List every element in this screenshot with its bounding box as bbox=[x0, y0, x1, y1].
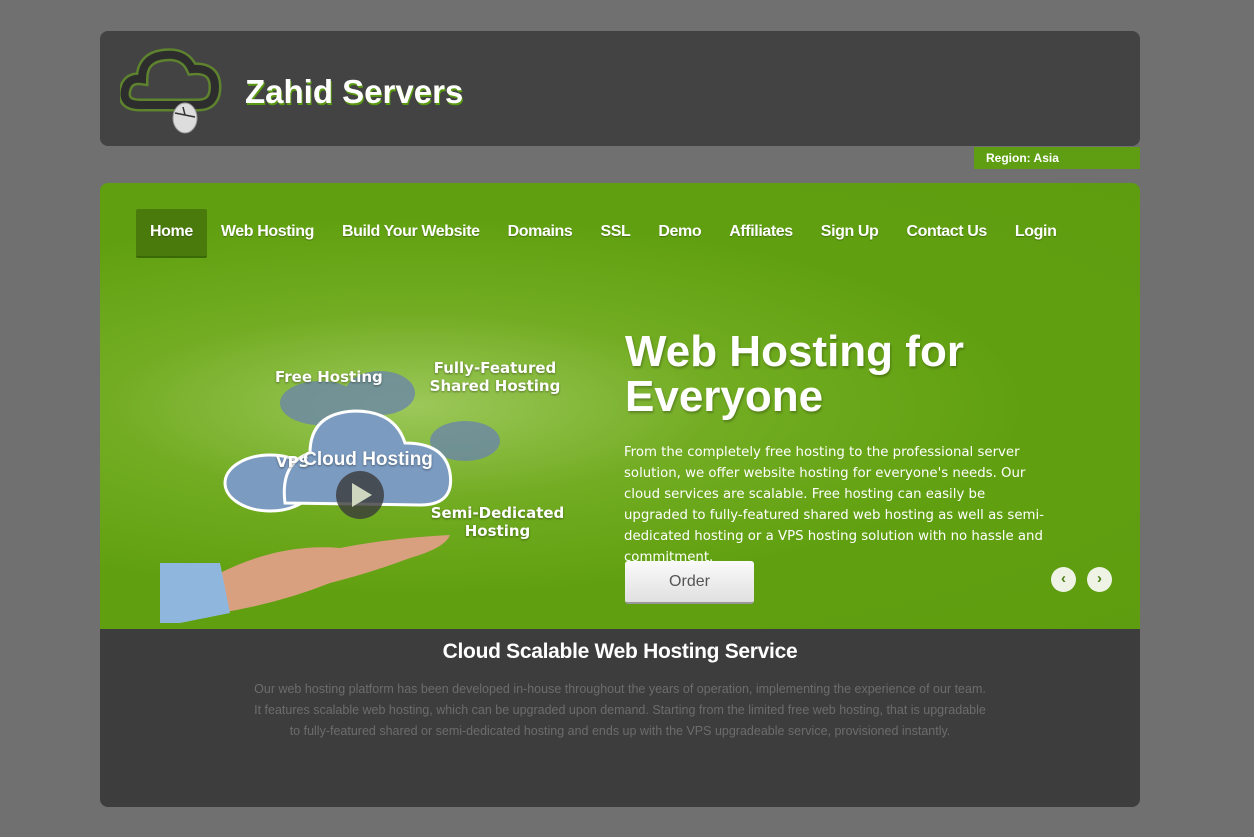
nav-build-your-website[interactable]: Build Your Website bbox=[328, 209, 494, 258]
header: Zahid Servers bbox=[100, 31, 1140, 146]
cloud-mouse-logo[interactable] bbox=[120, 45, 230, 135]
chevron-right-icon[interactable]: › bbox=[1087, 567, 1112, 592]
hero-illustration: Free Hosting Fully-Featured Shared Hosti… bbox=[160, 343, 620, 623]
hero-description: From the completely free hosting to the … bbox=[624, 445, 1044, 565]
info-section: Cloud Scalable Web Hosting Service Our w… bbox=[100, 629, 1140, 807]
nav-home[interactable]: Home bbox=[136, 209, 207, 258]
nav-sign-up[interactable]: Sign Up bbox=[807, 209, 893, 258]
nav-web-hosting[interactable]: Web Hosting bbox=[207, 209, 328, 258]
hero-title: Web Hosting for Everyone bbox=[625, 327, 964, 421]
region-selector[interactable]: Region: Asia bbox=[974, 147, 1140, 169]
order-button[interactable]: Order bbox=[625, 561, 754, 604]
chevron-left-icon[interactable]: ‹ bbox=[1051, 567, 1076, 592]
label-semi-dedicated: Semi-Dedicated Hosting bbox=[430, 504, 565, 540]
nav-login[interactable]: Login bbox=[1001, 209, 1071, 258]
nav-ssl[interactable]: SSL bbox=[586, 209, 644, 258]
nav-demo[interactable]: Demo bbox=[644, 209, 715, 258]
label-free-hosting: Free Hosting bbox=[275, 368, 383, 386]
section-text: Our web hosting platform has been develo… bbox=[254, 682, 986, 738]
label-cloud-hosting: Cloud Hosting bbox=[303, 449, 433, 470]
main-nav: Home Web Hosting Build Your Website Doma… bbox=[136, 209, 1070, 258]
section-title: Cloud Scalable Web Hosting Service bbox=[442, 640, 798, 663]
label-shared-hosting: Fully-Featured Shared Hosting bbox=[429, 359, 561, 395]
site-title[interactable]: Zahid Servers bbox=[245, 73, 463, 111]
nav-contact-us[interactable]: Contact Us bbox=[892, 209, 1000, 258]
hero-panel: Home Web Hosting Build Your Website Doma… bbox=[100, 183, 1140, 629]
nav-affiliates[interactable]: Affiliates bbox=[715, 209, 807, 258]
nav-domains[interactable]: Domains bbox=[494, 209, 587, 258]
